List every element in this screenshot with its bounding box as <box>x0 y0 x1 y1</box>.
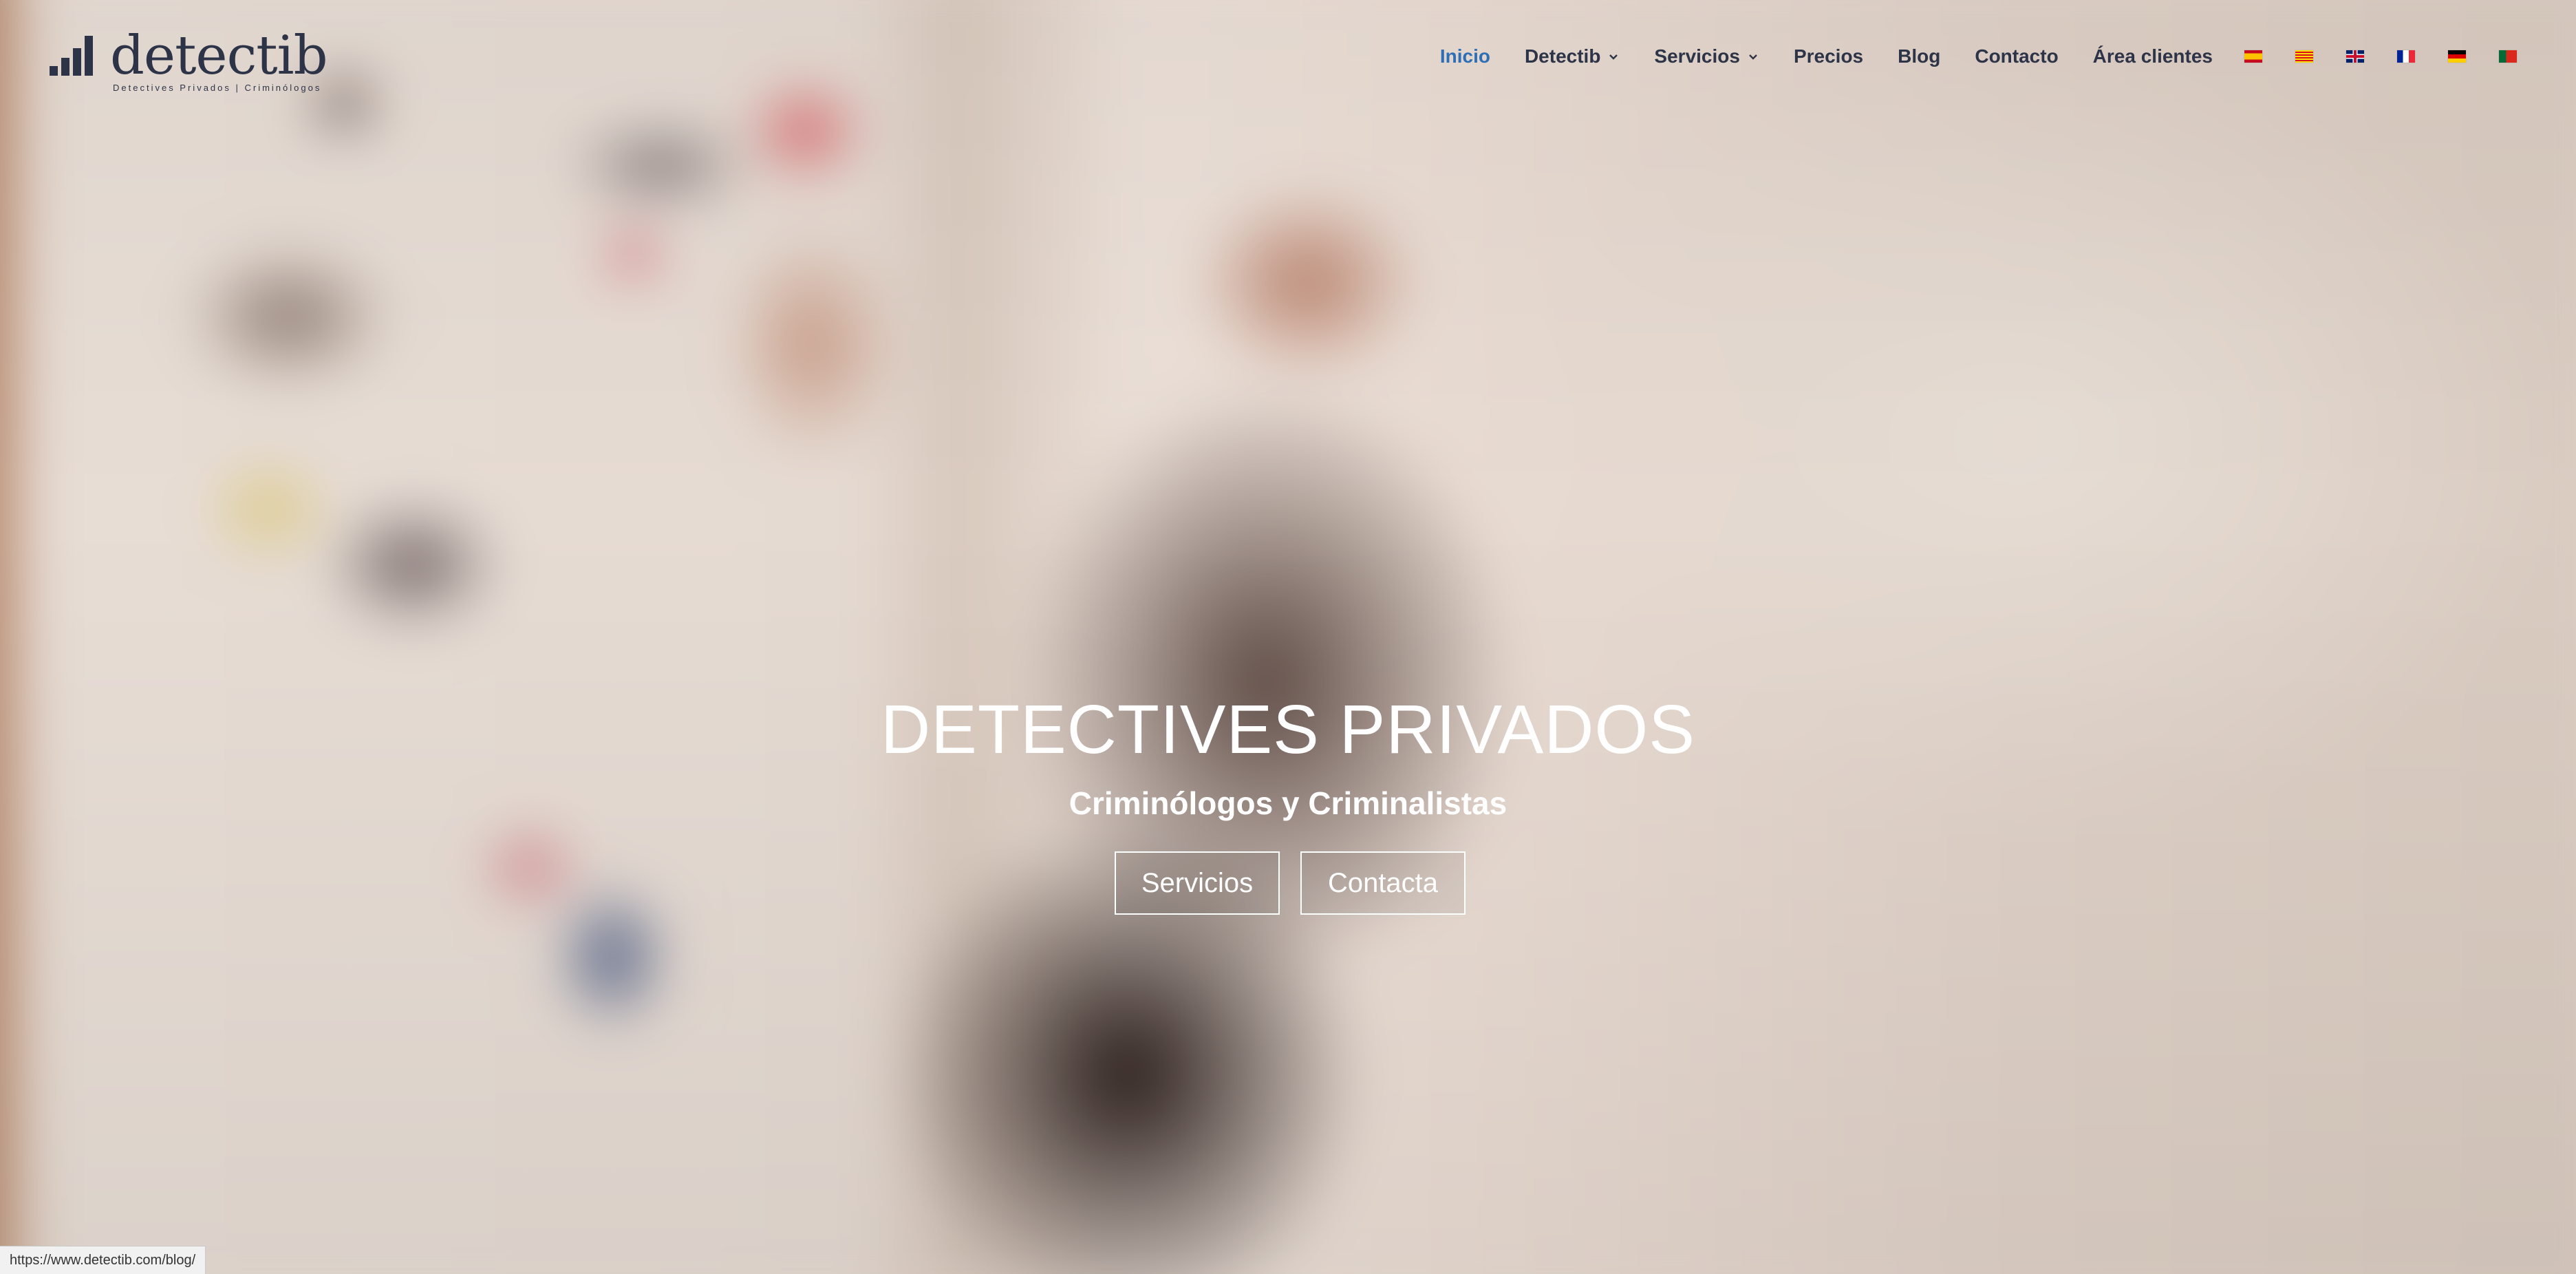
chevron-down-icon <box>1609 54 1618 60</box>
nav-item-inicio[interactable]: Inicio <box>1440 45 1490 67</box>
link-status-bar: https://www.detectib.com/blog/ <box>0 1246 206 1274</box>
nav-item-precios[interactable]: Precios <box>1794 45 1863 67</box>
nav-item-contacto[interactable]: Contacto <box>1975 45 2058 67</box>
flag-gb-icon[interactable] <box>2346 50 2364 63</box>
hero-subtitle: Criminólogos y Criminalistas <box>1069 785 1507 821</box>
flag-pt-icon[interactable] <box>2499 50 2517 63</box>
hero-title: DETECTIVES PRIVADOS <box>880 691 1696 768</box>
flag-ca-icon[interactable] <box>2295 50 2313 63</box>
hero-background <box>0 0 2576 1274</box>
flag-es-icon[interactable] <box>2244 50 2262 63</box>
nav-item-servicios[interactable]: Servicios <box>1654 45 1759 67</box>
nav-item-area-clientes[interactable]: Área clientes <box>2093 45 2213 67</box>
servicios-button[interactable]: Servicios <box>1115 851 1280 915</box>
contacta-button[interactable]: Contacta <box>1300 851 1466 915</box>
flag-fr-icon[interactable] <box>2397 50 2415 63</box>
logo-tagline: Detectives Privados | Criminólogos <box>113 83 322 93</box>
flag-de-icon[interactable] <box>2448 50 2466 63</box>
site-logo[interactable]: detectib Detectives Privados | Criminólo… <box>50 25 339 94</box>
main-nav: Inicio Detectib Servicios Precios Blog C… <box>1440 41 2517 72</box>
logo-wordmark: detectib <box>110 25 328 87</box>
logo-bars-icon <box>50 34 98 76</box>
language-switcher <box>2244 50 2517 63</box>
nav-item-detectib[interactable]: Detectib <box>1525 45 1620 67</box>
nav-item-blog[interactable]: Blog <box>1898 45 1940 67</box>
chevron-down-icon <box>1749 54 1757 60</box>
